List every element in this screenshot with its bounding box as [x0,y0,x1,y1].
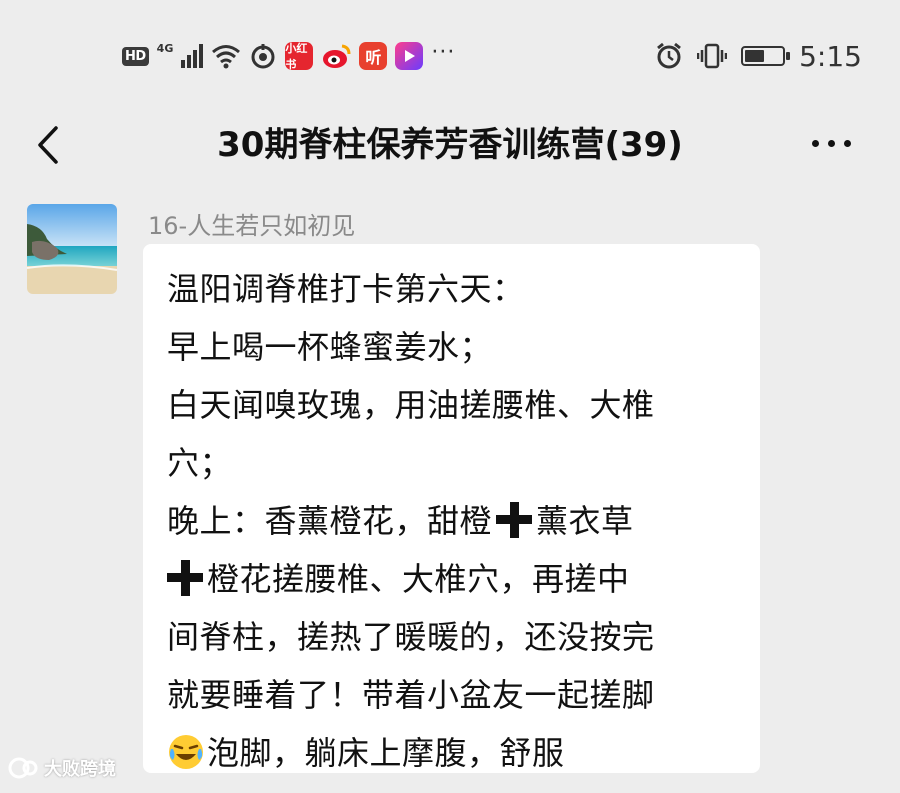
message-line: 温阳调脊椎打卡第六天： [167,270,525,308]
plus-emoji-icon [496,502,533,538]
message-bubble[interactable]: 温阳调脊椎打卡第六天： 早上喝一杯蜂蜜姜水； 白天闻嗅玫瑰，用油搓腰椎、大椎 穴… [143,244,760,773]
more-dots-icon [844,139,851,147]
message-text: 橙花搓腰椎、大椎穴，再搓中 [207,560,630,598]
chat-title: 30期脊柱保养芳香训练营(39) [217,125,683,165]
beach-avatar-image [27,204,117,294]
message-line: 白天闻嗅玫瑰，用油搓腰椎、大椎 [167,386,655,424]
app-xiaohongshu-icon: 小红书 [285,42,314,71]
hotspot-icon [251,44,275,69]
weibo-icon [323,44,351,68]
message-line: 早上喝一杯蜂蜜姜水； [167,328,493,366]
watermark-text: 大败跨境 [44,759,116,780]
message-line: 泡脚，躺床上摩腹，舒服 [167,724,736,782]
wifi-icon [212,45,241,69]
more-dots-icon [812,139,819,147]
status-right: 5:15 [655,38,862,74]
vibrate-icon [697,43,728,69]
battery-icon [741,46,791,66]
watermark-logo-icon [8,757,38,779]
more-dots-icon [828,139,835,147]
battery-level [745,50,765,62]
plus-emoji-icon [167,560,203,596]
clock: 5:15 [799,39,862,73]
message-line: 晚上：香薰橙花，甜橙 薰衣草 [167,492,736,550]
sender-name: 16-人生若只如初见 [148,212,356,240]
network-type-label: 4G [156,41,174,55]
message-line: 就要睡着了！带着小盆友一起搓脚 [167,676,655,714]
message-text: 晚上：香薰橙花，甜橙 [167,502,493,540]
message-text: 薰衣草 [536,502,634,540]
avatar[interactable] [27,204,117,294]
crying-laughing-emoji-icon [169,735,203,769]
signal-icon [181,44,204,68]
more-notifications-icon: ··· [431,39,456,65]
message-line: 间脊柱，搓热了暖暖的，还没按完 [167,618,655,656]
alarm-icon [657,42,682,69]
more-button[interactable] [812,128,862,158]
listen-icon: 听 [359,42,388,70]
watermark: 大败跨境 [8,755,116,781]
status-left: HD 4G 小红书 听 ··· [122,38,455,74]
video-app-icon [395,42,424,70]
hd-icon: HD [122,46,149,66]
message-line: 橙花搓腰椎、大椎穴，再搓中 [167,550,736,608]
message-text: 泡脚，躺床上摩腹，舒服 [207,734,565,772]
status-bar: HD 4G 小红书 听 ··· 5:15 [0,0,900,110]
chat-header: 30期脊柱保养芳香训练营(39) [0,110,900,184]
message-line: 穴； [167,444,233,482]
